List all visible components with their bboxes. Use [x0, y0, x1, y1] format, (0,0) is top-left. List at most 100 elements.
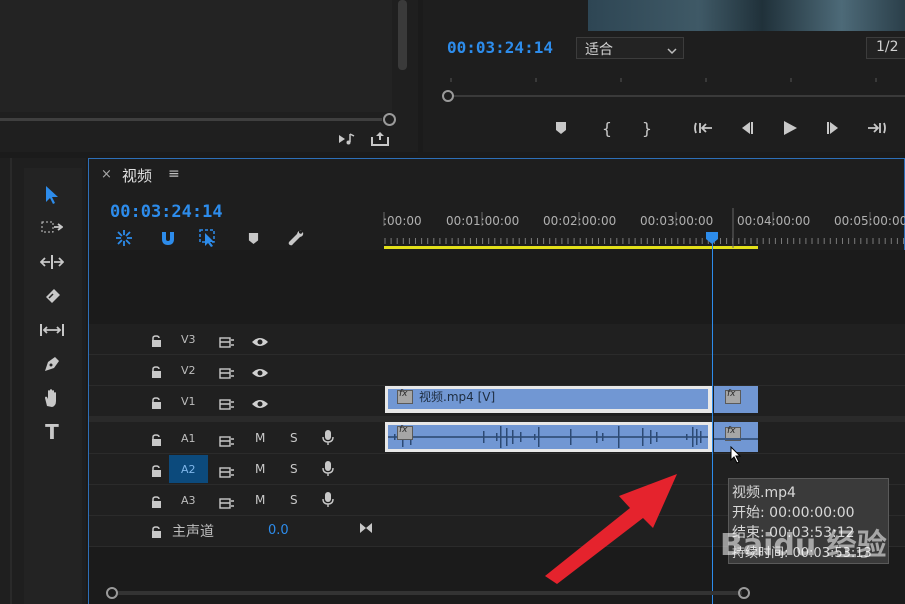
microphone-icon[interactable] — [322, 460, 334, 481]
waveform-spike — [642, 428, 644, 446]
step-back-icon[interactable] — [735, 117, 757, 139]
timeline-horizontal-scrollbar[interactable] — [117, 591, 742, 595]
eye-icon[interactable] — [251, 333, 269, 352]
master-volume-value[interactable]: 0.0 — [268, 523, 289, 538]
eye-icon[interactable] — [251, 364, 269, 383]
sync-lock-icon[interactable] — [219, 463, 235, 482]
mark-out-icon[interactable]: } — [637, 117, 657, 139]
lock-icon[interactable] — [151, 523, 162, 542]
track-row-v3 — [89, 324, 905, 355]
waveform-spike — [500, 426, 502, 448]
vertical-scrollbar[interactable] — [398, 0, 407, 70]
slip-tool-icon[interactable] — [38, 318, 66, 342]
scroll-handle-icon[interactable] — [383, 113, 396, 126]
solo-button[interactable]: S — [290, 462, 298, 476]
ruler-label: 00:04:00:00 — [737, 214, 811, 228]
sync-lock-icon[interactable] — [219, 432, 235, 451]
ruler-label: 00:01:00:00 — [446, 214, 520, 228]
wrench-settings-icon[interactable] — [284, 226, 308, 250]
tools-edge — [10, 158, 12, 604]
fx-badge-label: fx — [727, 426, 736, 436]
mute-button[interactable]: M — [255, 493, 265, 507]
pen-tool-icon[interactable] — [38, 352, 66, 376]
hand-tool-icon[interactable] — [38, 386, 66, 410]
tab-menu-icon[interactable]: ≡ — [168, 166, 180, 182]
mute-button[interactable]: M — [255, 462, 265, 476]
track-label-v1[interactable]: V1 — [181, 395, 196, 408]
type-tool-icon[interactable]: T — [38, 420, 66, 444]
mute-button[interactable]: M — [255, 431, 265, 445]
tooltip-start: 开始: 00:00:00:00 — [732, 505, 855, 521]
baidu-watermark: Baidu 经验 — [720, 520, 887, 564]
sync-lock-icon[interactable] — [219, 333, 235, 352]
horizontal-scrollbar[interactable] — [0, 118, 382, 121]
add-marker-icon-timeline[interactable] — [242, 227, 264, 249]
solo-button[interactable]: S — [290, 431, 298, 445]
program-timecode[interactable]: 00:03:24:14 — [447, 38, 553, 57]
snap-magnet-icon[interactable] — [156, 227, 180, 249]
lock-icon[interactable] — [151, 431, 162, 450]
scroll-handle-left-icon[interactable] — [106, 587, 118, 599]
insert-audio-icon[interactable] — [336, 130, 358, 148]
ruler-label: 00:05:00:00 — [834, 214, 905, 228]
lock-icon[interactable] — [151, 332, 162, 351]
fx-badge: fx — [725, 389, 741, 404]
ruler-label: :00:00 — [383, 214, 422, 228]
fx-badge-label: fx — [727, 389, 736, 399]
linked-selection-icon[interactable] — [197, 227, 221, 249]
source-panel — [0, 0, 418, 152]
sync-lock-icon[interactable] — [219, 395, 235, 414]
export-frame-icon[interactable] — [368, 130, 392, 148]
timeline-timecode[interactable]: 00:03:24:14 — [110, 202, 223, 222]
lock-icon[interactable] — [151, 363, 162, 382]
track-label-a1[interactable]: A1 — [181, 432, 196, 445]
tab-title[interactable]: 视频 — [122, 165, 152, 186]
go-to-in-icon[interactable] — [691, 117, 717, 139]
fx-badge: fx — [397, 425, 413, 440]
solo-button[interactable]: S — [290, 493, 298, 507]
waveform-spike — [570, 429, 572, 445]
video-clip-tail[interactable]: fx — [714, 386, 758, 413]
fit-dropdown[interactable]: 适合 — [576, 37, 684, 59]
lock-icon[interactable] — [151, 493, 162, 512]
sync-lock-icon[interactable] — [219, 494, 235, 513]
waveform-spike — [520, 432, 522, 442]
playhead-line[interactable] — [712, 240, 713, 604]
audio-clip[interactable]: fx — [385, 422, 712, 452]
mark-in-icon[interactable]: { — [597, 117, 617, 139]
bowtie-icon[interactable] — [359, 519, 373, 538]
tab-close-button[interactable]: × — [101, 167, 112, 182]
track-label-a2[interactable]: A2 — [181, 463, 196, 476]
program-mini-ruler[interactable] — [441, 76, 905, 106]
go-to-out-icon[interactable] — [863, 117, 889, 139]
resolution-label: 1/2 — [876, 39, 899, 55]
eye-icon[interactable] — [251, 395, 269, 414]
track-select-tool-icon[interactable] — [38, 216, 66, 240]
work-area-bar — [384, 246, 758, 249]
mouse-cursor-icon — [730, 445, 742, 468]
nest-sequence-icon[interactable] — [112, 227, 136, 249]
sync-lock-icon[interactable] — [219, 364, 235, 383]
ripple-edit-tool-icon[interactable] — [38, 250, 66, 274]
selection-tool-icon[interactable] — [38, 182, 66, 208]
fit-dropdown-label: 适合 — [585, 42, 613, 58]
track-label-a3[interactable]: A3 — [181, 494, 196, 507]
track-label-v2[interactable]: V2 — [181, 364, 196, 377]
lock-icon[interactable] — [151, 394, 162, 413]
track-row-v2 — [89, 355, 905, 386]
microphone-icon[interactable] — [322, 491, 334, 512]
add-marker-icon[interactable] — [551, 118, 571, 138]
microphone-icon[interactable] — [322, 429, 334, 450]
tooltip-clip-name: 视频.mp4 — [732, 485, 796, 501]
waveform-spike — [656, 432, 658, 442]
razor-tool-icon[interactable] — [38, 285, 66, 309]
waveform-spike — [692, 427, 694, 447]
scroll-handle-right-icon[interactable] — [738, 587, 750, 599]
waveform-spike — [602, 433, 604, 441]
resolution-dropdown[interactable]: 1/2 — [866, 37, 905, 59]
video-clip[interactable]: fx 视频.mp4 [V] — [385, 386, 712, 413]
track-label-v3[interactable]: V3 — [181, 333, 196, 346]
lock-icon[interactable] — [151, 462, 162, 481]
step-forward-icon[interactable] — [823, 117, 845, 139]
play-icon[interactable] — [778, 116, 802, 140]
